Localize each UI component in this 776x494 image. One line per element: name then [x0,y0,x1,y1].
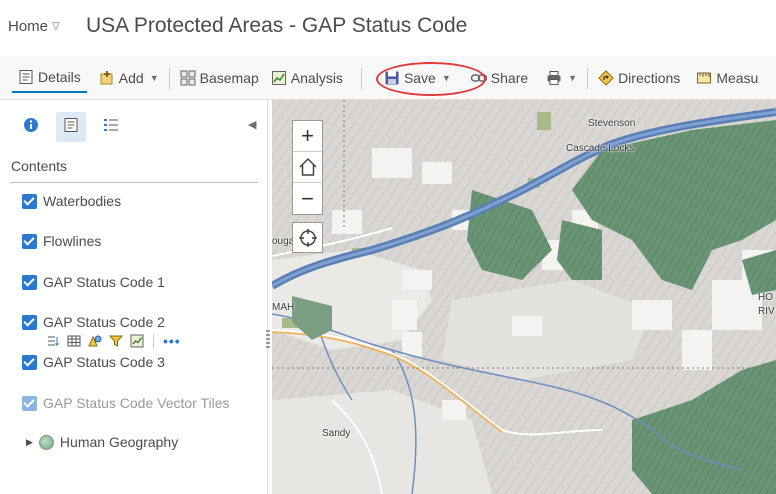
collapse-panel-icon[interactable]: ◀ [248,118,256,131]
zoom-control: + − [292,120,323,215]
layer-label: GAP Status Code 1 [43,274,165,290]
printer-icon [546,70,562,86]
layer-checkbox[interactable] [22,314,37,330]
details-icon [63,117,79,138]
zoom-out-button[interactable]: − [293,183,322,214]
layer-group-human-geography[interactable]: ▶ Human Geography [26,434,178,450]
place-label: RIV [758,306,775,317]
floppy-disk-icon [384,70,400,86]
layer-tools: ••• [46,333,181,349]
layer-item[interactable]: Waterbodies [22,193,121,209]
contents-heading: Contents [11,158,68,174]
locate-button[interactable] [292,222,323,253]
page-title: USA Protected Areas - GAP Status Code [86,14,468,37]
map-view[interactable]: Stevenson Cascade Locks ouga MAH Sandy H… [272,100,776,494]
globe-icon [38,434,54,450]
layer-item[interactable]: GAP Status Code 3 [22,354,165,370]
layer-item[interactable]: GAP Status Code 1 [22,274,165,290]
print-button[interactable]: ▼ [540,63,583,93]
zoom-in-button[interactable]: + [293,121,322,152]
layer-item[interactable]: Flowlines [22,233,101,249]
add-icon [99,70,115,86]
add-button[interactable]: Add ▼ [93,63,165,93]
place-label: HO [758,292,773,303]
layer-label: GAP Status Code 3 [43,354,165,370]
tab-about[interactable] [16,112,46,142]
share-link-icon [470,70,488,86]
home-menu[interactable]: Home ▽ [8,18,60,35]
measure-button[interactable]: Measu [690,63,764,93]
expand-triangle-icon[interactable]: ▶ [26,437,33,448]
more-options-icon[interactable]: ••• [163,333,181,349]
share-label: Share [490,69,529,86]
layer-label: Flowlines [43,233,102,249]
layer-label: GAP Status Code Vector Tiles [43,395,230,411]
toolbar-divider [168,66,170,89]
add-label: Add [118,69,144,86]
crosshair-icon [298,228,317,247]
directions-label: Directions [618,69,681,86]
place-label: ouga [272,236,295,247]
basemap-grid-icon [180,70,196,86]
app-header: Home ▽ USA Protected Areas - GAP Status … [0,0,776,56]
analysis-icon [271,70,287,86]
home-label: Home [8,18,49,35]
chevron-down-icon: ▼ [568,72,578,83]
perform-analysis-icon[interactable] [130,334,144,348]
layer-checkbox[interactable] [22,233,37,249]
contents-panel: ◀ Contents Waterbodies Flowlines GAP Sta… [0,100,268,494]
layer-label: Waterbodies [43,193,122,209]
basemap-button[interactable]: Basemap [174,63,265,93]
change-style-icon[interactable] [88,334,102,348]
save-label: Save [403,69,436,86]
layer-label: GAP Status Code 2 [43,314,165,330]
panel-resize-handle[interactable] [266,330,270,348]
layer-checkbox[interactable] [22,354,37,370]
tab-legend[interactable] [96,112,126,142]
filter-icon[interactable] [108,334,124,348]
tab-contents[interactable] [56,112,86,142]
directions-button[interactable]: Directions [592,63,686,93]
place-label: MAH [272,302,295,313]
default-extent-button[interactable] [293,152,322,183]
layer-checkbox[interactable] [22,274,37,290]
show-legend-icon[interactable] [46,334,60,348]
save-button[interactable]: Save ▼ [378,63,457,93]
toolbar-divider [360,66,362,89]
details-button[interactable]: Details [12,63,87,93]
info-icon [23,117,39,138]
chevron-down-icon: ▽ [52,21,60,32]
toolbar-divider [587,66,589,89]
analysis-label: Analysis [290,69,343,86]
place-label: Stevenson [588,118,636,129]
place-label: Sandy [322,428,351,439]
layer-item[interactable]: GAP Status Code Vector Tiles [22,395,230,411]
layer-checkbox[interactable] [22,395,37,411]
measure-label: Measu [716,69,759,86]
details-icon [18,69,34,85]
share-button[interactable]: Share [465,63,534,93]
chevron-down-icon: ▼ [441,72,451,83]
home-icon [298,157,317,176]
panel-tabs [16,112,126,142]
toolbar: Details Add ▼ Basemap Analysis Save ▼ Sh… [0,56,776,100]
legend-list-icon [103,117,119,138]
divider [10,182,258,183]
layer-item[interactable]: GAP Status Code 2 [22,314,165,330]
details-label: Details [38,68,81,85]
basemap-label: Basemap [199,69,259,86]
layer-group-label: Human Geography [59,434,179,450]
chevron-down-icon: ▼ [149,72,159,83]
measure-ruler-icon [696,70,712,86]
place-label: Cascade Locks [566,143,635,154]
layer-checkbox[interactable] [22,193,37,209]
directions-icon [598,69,614,86]
table-icon[interactable] [67,334,81,348]
analysis-button[interactable]: Analysis [265,63,349,93]
tools-divider [153,334,154,348]
